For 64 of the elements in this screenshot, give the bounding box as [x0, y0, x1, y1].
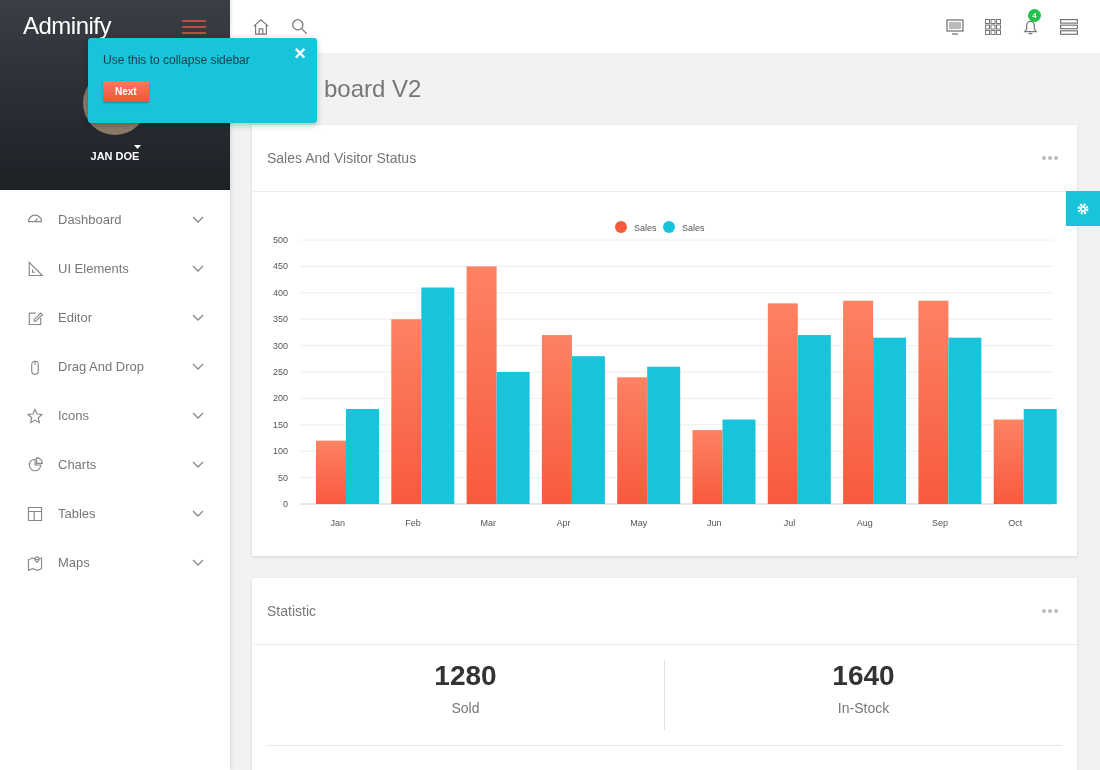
- sidebar-item[interactable]: Charts: [0, 440, 230, 489]
- axis-label: Jun: [706, 518, 722, 528]
- chevron-down-icon: [192, 362, 204, 371]
- chevron-down-icon: [192, 215, 204, 224]
- search-icon[interactable]: [291, 18, 308, 35]
- stat-value: 1280: [434, 660, 497, 692]
- settings-icon: [1077, 202, 1089, 215]
- tour-text: Use this to collapse sidebar: [103, 53, 250, 67]
- axis-label: 150: [272, 419, 288, 430]
- sidebar-item[interactable]: UI Elements: [0, 244, 230, 293]
- page-title: board V2: [324, 75, 423, 103]
- caret-icon[interactable]: [134, 145, 141, 149]
- axis-label: Mar: [480, 518, 496, 528]
- axis-label: 450: [272, 261, 288, 272]
- chevron-down-icon: [192, 264, 204, 273]
- table-icon: [26, 504, 44, 523]
- axis-label: 100: [272, 446, 288, 457]
- axis-label: Jan: [330, 518, 345, 528]
- card-title: Sales And Visitor Status: [267, 150, 417, 166]
- axis-label: 200: [272, 393, 288, 404]
- axis-label: Feb: [405, 518, 421, 528]
- axis-label: Aug: [856, 518, 873, 528]
- axis-label: Oct: [1008, 518, 1023, 528]
- chevron-down-icon: [192, 313, 204, 322]
- stat-value: 1640: [832, 660, 895, 692]
- axis-label: 50: [278, 472, 288, 483]
- legend-label: Sales: [682, 223, 705, 233]
- star-icon: [26, 406, 44, 425]
- pie-icon: [26, 455, 44, 474]
- chevron-down-icon: [192, 411, 204, 420]
- sidebar-item[interactable]: Dashboard: [0, 195, 230, 244]
- sidebar-item[interactable]: Drag And Drop: [0, 342, 230, 391]
- sidebar-item[interactable]: Editor: [0, 293, 230, 342]
- axis-label: May: [630, 518, 648, 528]
- monitor-icon[interactable]: [946, 18, 964, 35]
- ruler-icon: [26, 259, 44, 278]
- axis-label: 350: [272, 314, 288, 325]
- axis-label: 0: [283, 499, 288, 509]
- notification-badge: 4: [1028, 8, 1041, 22]
- chevron-down-icon: [192, 509, 204, 518]
- axis-label: 400: [272, 287, 288, 298]
- axis-label: 500: [272, 235, 288, 245]
- sidebar-item[interactable]: Maps: [0, 538, 230, 587]
- axis-label: 300: [272, 340, 288, 351]
- sidebar-item[interactable]: Icons: [0, 391, 230, 440]
- brand-logo: Adminify: [23, 12, 112, 40]
- axis-label: Sep: [932, 518, 949, 528]
- map-icon: [26, 553, 44, 572]
- sidebar-item[interactable]: Tables: [0, 489, 230, 538]
- stat-label: Sold: [451, 700, 480, 716]
- axis-label: 250: [272, 367, 288, 377]
- menu-icon[interactable]: [182, 20, 206, 34]
- card-title: Statistic: [267, 603, 316, 619]
- grid-icon[interactable]: [985, 18, 1001, 35]
- axis-label: Jul: [783, 518, 796, 528]
- axis-label: Apr: [556, 518, 571, 528]
- user-name[interactable]: JAN DOE: [90, 150, 140, 162]
- legend-label: Sales: [634, 223, 657, 233]
- home-icon[interactable]: [252, 17, 270, 36]
- chevron-down-icon: [192, 460, 204, 469]
- stat-label: In-Stock: [837, 700, 890, 716]
- next-button[interactable]: Next: [103, 81, 149, 102]
- chevron-down-icon: [192, 558, 204, 567]
- list-icon[interactable]: [1060, 18, 1078, 35]
